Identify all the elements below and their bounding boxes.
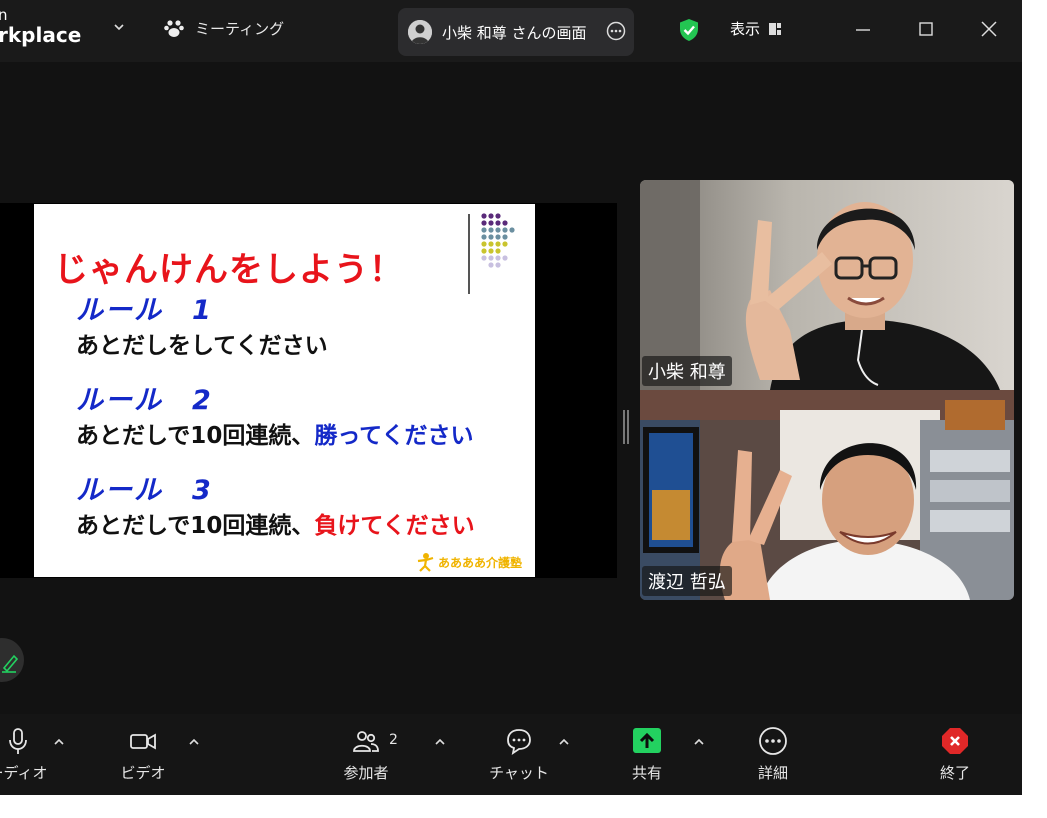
share-pill-label: 小柴 和尊 さんの画面	[442, 23, 587, 42]
minimize-icon[interactable]	[850, 16, 876, 42]
participant-video-tile[interactable]: 渡辺 哲弘	[640, 390, 1014, 600]
shield-check-icon[interactable]	[678, 18, 700, 42]
more-label: 詳細	[757, 764, 788, 782]
participants-label: 参加者	[343, 764, 389, 782]
chat-options-chevron-icon[interactable]	[558, 736, 570, 748]
participants-options-chevron-icon[interactable]	[434, 736, 446, 748]
share-arrow-icon	[633, 728, 661, 753]
share-label: 共有	[631, 764, 662, 782]
video-icon	[130, 733, 156, 750]
video-label: ビデオ	[120, 764, 166, 782]
close-icon[interactable]	[976, 16, 1002, 42]
audio-label: ーディオ	[0, 764, 48, 782]
more-button[interactable]: 詳細	[743, 726, 803, 788]
slide-dot-pattern	[481, 213, 515, 268]
chevron-down-icon[interactable]	[112, 20, 126, 34]
rule2-text-b: 勝ってください	[314, 423, 474, 449]
more-circle-icon	[759, 727, 787, 755]
share-screen-button[interactable]: 共有	[617, 726, 677, 788]
chat-icon	[507, 729, 531, 755]
title-bar: n rkplace ミーティング 小柴 和尊 さんの画面 表示	[0, 0, 1022, 62]
rule3-text: あとだしで10回連続、負けてください	[76, 506, 475, 540]
view-grid-icon	[769, 22, 782, 35]
video-options-chevron-icon[interactable]	[188, 736, 200, 748]
end-label: 終了	[939, 764, 970, 782]
presentation-slide: じゃんけんをしよう！ ルール 1 あとだしをしてください ルール 2 あとだしで…	[34, 204, 535, 577]
paw-icon	[164, 20, 184, 37]
app-brand: n rkplace	[0, 6, 82, 47]
slide-title: じゃんけんをしよう！	[54, 250, 404, 290]
meeting-toolbar: ーディオ ビデオ 参加者 2 チ	[0, 714, 1022, 795]
more-icon[interactable]	[606, 21, 626, 41]
rule1-heading: ルール 1	[76, 295, 213, 326]
rule3-text-b: 負けてください	[314, 513, 475, 539]
rule3-heading: ルール 3	[76, 475, 213, 506]
footer-logo-icon	[417, 553, 434, 572]
video-button[interactable]: ビデオ	[113, 726, 173, 788]
end-meeting-button[interactable]: 終了	[925, 726, 985, 788]
meeting-label: ミーティング	[195, 19, 285, 38]
brand-line-1: n	[0, 6, 8, 24]
chat-label: チャット	[489, 764, 549, 782]
participants-icon	[353, 731, 379, 752]
chat-button[interactable]: チャット	[488, 726, 550, 788]
desktop-background-bottom	[0, 795, 1047, 818]
slide-footer-text: ああああ介護塾	[438, 556, 523, 570]
audio-button[interactable]: ーディオ	[0, 726, 48, 788]
desktop-background-right	[1022, 0, 1047, 795]
sharer-avatar	[408, 20, 432, 44]
zoom-window: n rkplace ミーティング 小柴 和尊 さんの画面 表示 じゃんけんをしよ…	[0, 0, 1022, 795]
view-label: 表示	[730, 20, 761, 38]
view-button[interactable]: 表示	[730, 18, 782, 39]
screen-share-indicator[interactable]: 小柴 和尊 さんの画面	[398, 8, 634, 56]
resize-splitter[interactable]	[623, 410, 629, 444]
annotate-pen-icon	[2, 654, 19, 673]
participants-count: 2	[389, 732, 398, 748]
annotate-button[interactable]	[0, 638, 24, 682]
meeting-menu[interactable]: ミーティング	[163, 17, 284, 39]
mic-icon	[9, 728, 27, 754]
audio-options-chevron-icon[interactable]	[53, 736, 65, 748]
participant-name-tag: 渡辺 哲弘	[642, 566, 732, 596]
maximize-icon[interactable]	[913, 16, 939, 42]
rule2-text: あとだしで10回連続、勝ってください	[76, 416, 474, 450]
end-hexagon-icon	[942, 728, 968, 754]
brand-line-2: rkplace	[0, 23, 82, 47]
participant-name-tag: 小柴 和尊	[642, 356, 732, 386]
share-options-chevron-icon[interactable]	[693, 736, 705, 748]
rule3-text-a: あとだしで10回連続、	[76, 513, 315, 539]
rule2-text-a: あとだしで10回連続、	[76, 423, 315, 449]
rule2-heading: ルール 2	[76, 385, 213, 416]
participant-video-tile[interactable]: 小柴 和尊	[640, 180, 1014, 390]
participants-button[interactable]: 参加者	[336, 726, 396, 788]
rule1-text: あとだしをしてください	[76, 333, 328, 359]
slide-divider	[468, 214, 470, 294]
